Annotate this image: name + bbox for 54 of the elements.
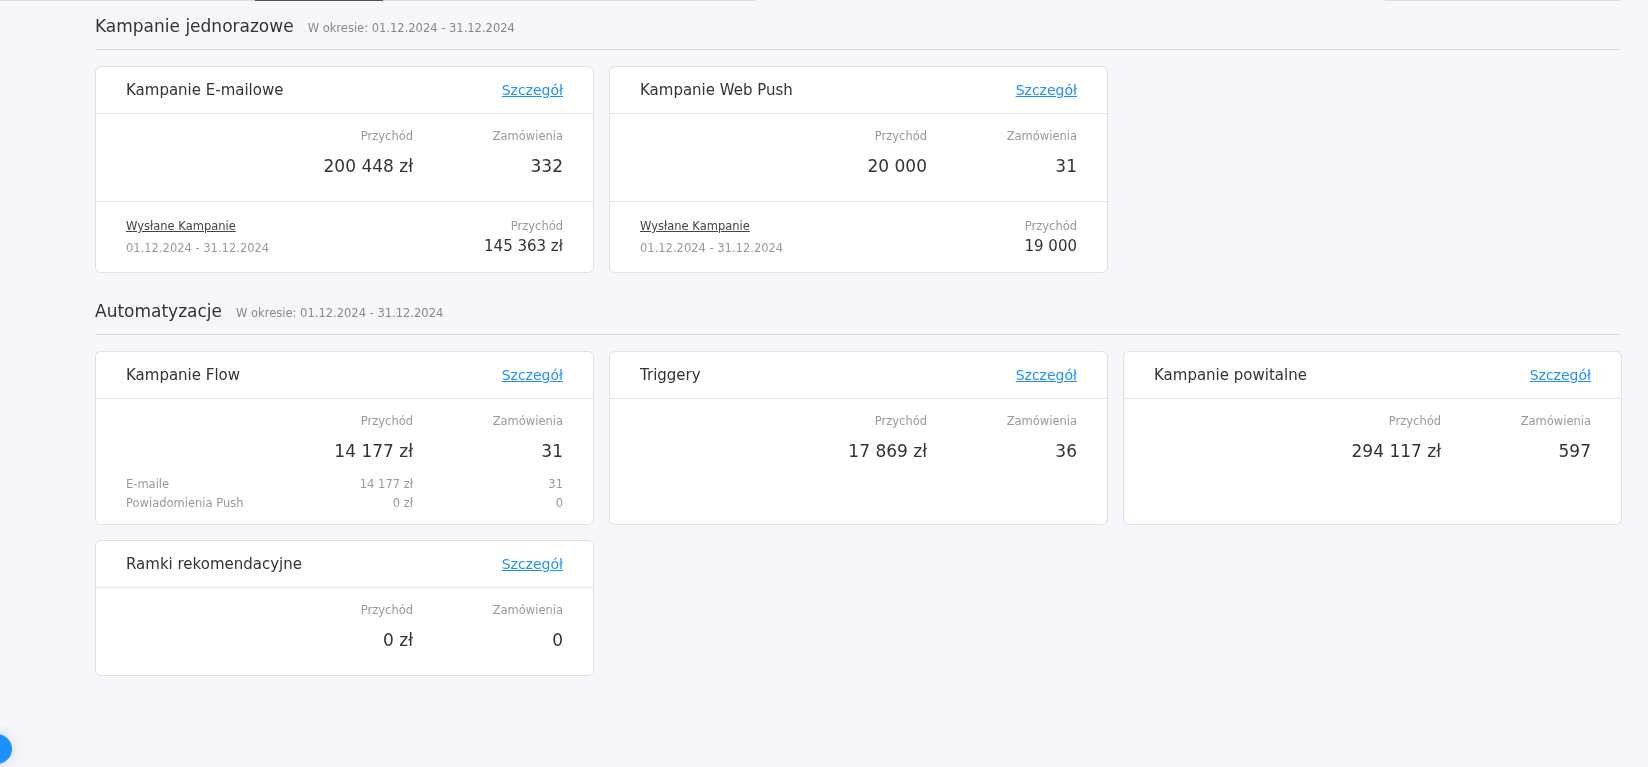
- metric-label: Zamówienia: [1005, 414, 1077, 428]
- metric-value: 0 zł: [382, 630, 413, 650]
- metric-label: Przychód: [1387, 414, 1441, 428]
- metric-label: Przychód: [873, 129, 927, 143]
- metric-value: 200 448 zł: [322, 156, 413, 176]
- metric-value: 36: [1054, 441, 1077, 461]
- metric-label: Przychód: [1024, 219, 1077, 233]
- metric-value: 31: [540, 441, 563, 461]
- metric-value: 597: [1557, 441, 1591, 461]
- metric-label: Przychód: [359, 414, 413, 428]
- card-title: Ramki rekomendacyjne: [126, 555, 302, 573]
- channel-label: Powiadomienia Push: [126, 496, 245, 510]
- metric-label: Przychód: [510, 219, 563, 233]
- card-title: Kampanie E-mailowe: [126, 81, 284, 99]
- details-link[interactable]: Szczegół: [501, 82, 563, 98]
- card-title: Kampanie powitalne: [1154, 366, 1307, 384]
- channel-revenue: 14 177 zł: [358, 477, 413, 491]
- metric-label: Zamówienia: [491, 129, 563, 143]
- card-title: Kampanie Web Push: [640, 81, 793, 99]
- metric-value: 20 000: [866, 156, 927, 176]
- sent-campaigns-link[interactable]: Wysłane Kampanie: [126, 219, 270, 233]
- date-range: 01.12.2024 - 31.12.2024: [640, 241, 784, 255]
- details-link[interactable]: Szczegół: [1015, 82, 1077, 98]
- date-range: 01.12.2024 - 31.12.2024: [126, 241, 270, 255]
- period-label: W okresie: 01.12.2024 - 31.12.2024: [236, 306, 444, 320]
- section-title: Automatyzacje: [95, 301, 223, 321]
- card-title: Triggery: [640, 366, 701, 384]
- metric-value: 17 869 zł: [847, 441, 927, 461]
- metric-label: Zamówienia: [491, 414, 563, 428]
- metric-label: Przychód: [359, 129, 413, 143]
- metric-value: 19 000: [1024, 237, 1077, 255]
- metric-value: 332: [529, 156, 563, 176]
- metric-value: 31: [1054, 156, 1077, 176]
- metric-label: Zamówienia: [1519, 414, 1591, 428]
- metric-label: Zamówienia: [1005, 129, 1077, 143]
- channel-orders: 0: [554, 496, 563, 510]
- metric-value: 14 177 zł: [333, 441, 413, 461]
- section-title: Kampanie jednorazowe: [95, 16, 294, 36]
- channel-label: E-maile: [126, 477, 171, 491]
- metric-value: 0: [551, 630, 563, 650]
- details-link[interactable]: Szczegół: [501, 556, 563, 572]
- metric-label: Przychód: [873, 414, 927, 428]
- channel-orders: 31: [547, 477, 563, 491]
- details-link[interactable]: Szczegół: [1529, 367, 1591, 383]
- details-link[interactable]: Szczegół: [1015, 367, 1077, 383]
- sent-campaigns-link[interactable]: Wysłane Kampanie: [640, 219, 784, 233]
- metric-label: Przychód: [359, 603, 413, 617]
- details-link[interactable]: Szczegół: [501, 367, 563, 383]
- card-title: Kampanie Flow: [126, 366, 240, 384]
- channel-revenue: 0 zł: [391, 496, 413, 510]
- metric-label: Zamówienia: [491, 603, 563, 617]
- period-label: W okresie: 01.12.2024 - 31.12.2024: [307, 21, 515, 35]
- metric-value: 145 363 zł: [484, 237, 563, 255]
- metric-value: 294 117 zł: [1350, 441, 1441, 461]
